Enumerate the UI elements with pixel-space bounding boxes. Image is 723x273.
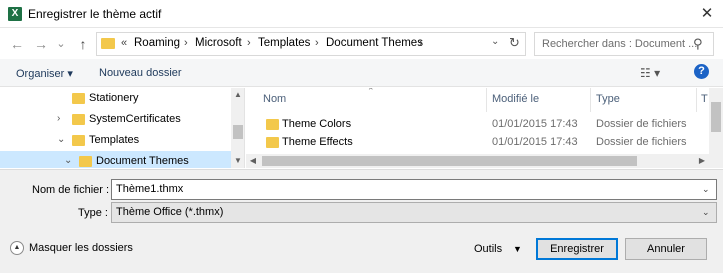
chevron-down-icon[interactable]: ⌄ <box>57 134 65 145</box>
back-arrow-icon[interactable]: ← <box>8 35 26 53</box>
file-type: Dossier de fichiers <box>596 136 687 148</box>
type-label: Type : <box>78 207 108 219</box>
folder-icon <box>72 114 85 125</box>
column-header-type[interactable]: Type <box>596 93 620 105</box>
scrollbar-thumb[interactable] <box>711 102 721 132</box>
chevron-right-icon[interactable]: › <box>57 113 60 124</box>
address-bar[interactable]: « Roaming › Microsoft › Templates › Docu… <box>96 32 526 56</box>
file-name: Theme Colors <box>282 118 352 130</box>
column-header-name[interactable]: Nom <box>263 93 286 105</box>
file-modified: 01/01/2015 17:43 <box>492 136 578 148</box>
save-options-panel: Nom de fichier : Thème1.thmx ⌄ Type : Th… <box>0 169 723 273</box>
scroll-left-icon[interactable]: ◀ <box>246 154 260 168</box>
forward-arrow-icon[interactable]: → <box>32 35 50 53</box>
navigation-bar: ← → ⌄ ↑ « Roaming › Microsoft › Template… <box>0 29 723 59</box>
folder-icon <box>266 137 279 148</box>
folder-icon <box>72 93 85 104</box>
file-row[interactable]: Theme Colors 01/01/2015 17:43 Dossier de… <box>246 115 716 135</box>
cancel-button[interactable]: Annuler <box>625 238 707 260</box>
address-separator[interactable]: › <box>247 37 251 49</box>
tree-item-label: Stationery <box>89 92 139 104</box>
file-list: ⌃ Nom Modifié le Type T Theme Colors 01/… <box>246 88 723 168</box>
refresh-icon[interactable]: ↻ <box>509 35 520 51</box>
address-separator[interactable]: › <box>315 37 319 49</box>
search-input[interactable]: Rechercher dans : Document ... ⚲ <box>534 32 714 56</box>
tree-item-label: Document Themes <box>96 155 189 167</box>
tools-menu-button[interactable]: Outils <box>474 243 502 255</box>
navigation-pane: Stationery › SystemCertificates ⌄ Templa… <box>0 88 245 168</box>
organize-button[interactable]: Organiser ▾ <box>16 67 73 80</box>
filename-value: Thème1.thmx <box>116 183 184 195</box>
address-overflow[interactable]: « <box>121 37 127 49</box>
help-icon[interactable]: ? <box>694 64 709 79</box>
file-type: Dossier de fichiers <box>596 118 687 130</box>
filename-label: Nom de fichier : <box>32 184 110 196</box>
tree-item-label: SystemCertificates <box>89 113 181 125</box>
tree-item-label: Templates <box>89 134 140 146</box>
recent-locations-chevron-icon[interactable]: ⌄ <box>52 35 70 53</box>
close-icon[interactable]: ✕ <box>695 4 719 24</box>
up-arrow-icon[interactable]: ↑ <box>74 35 92 53</box>
address-segment-document-themes[interactable]: Document Themes <box>326 37 423 49</box>
column-divider[interactable] <box>590 88 591 112</box>
chevron-down-icon[interactable]: ⌄ <box>702 207 710 218</box>
hide-folders-label[interactable]: Masquer les dossiers <box>29 242 133 254</box>
scroll-down-icon[interactable]: ▼ <box>231 156 244 165</box>
chevron-down-icon[interactable]: ⌄ <box>64 155 72 166</box>
tree-scrollbar[interactable]: ▲ ▼ <box>231 88 244 168</box>
window-title: Enregistrer le thème actif <box>28 7 162 21</box>
file-modified: 01/01/2015 17:43 <box>492 118 578 130</box>
tree-item-stationery[interactable]: Stationery <box>0 88 232 109</box>
file-type-value: Thème Office (*.thmx) <box>116 206 224 218</box>
column-header-size[interactable]: T <box>701 93 708 105</box>
tree-item-templates[interactable]: ⌄ Templates <box>0 130 232 151</box>
scroll-up-icon[interactable]: ▲ <box>231 90 244 99</box>
folder-icon <box>79 156 92 167</box>
view-options-icon[interactable]: ☷ ▾ <box>640 66 660 80</box>
tree-item-document-themes[interactable]: ⌄ Document Themes <box>0 151 232 168</box>
file-list-horizontal-scrollbar[interactable]: ◀ ▶ <box>246 154 723 168</box>
folder-icon <box>72 135 85 146</box>
tree-item-systemcertificates[interactable]: › SystemCertificates <box>0 109 232 130</box>
address-separator[interactable]: › <box>419 37 423 49</box>
chevron-down-icon[interactable]: ⌄ <box>491 36 499 47</box>
file-type-select[interactable]: Thème Office (*.thmx) ⌄ <box>111 202 717 223</box>
address-segment-microsoft[interactable]: Microsoft <box>195 37 242 49</box>
filename-input[interactable]: Thème1.thmx ⌄ <box>111 179 717 200</box>
column-divider[interactable] <box>486 88 487 112</box>
address-separator[interactable]: › <box>184 37 188 49</box>
save-button[interactable]: Enregistrer <box>536 238 618 260</box>
caret-down-icon[interactable]: ▼ <box>513 244 522 254</box>
column-divider[interactable] <box>696 88 697 112</box>
address-segment-templates[interactable]: Templates <box>258 37 310 49</box>
new-folder-button[interactable]: Nouveau dossier <box>99 67 182 79</box>
command-bar: Organiser ▾ Nouveau dossier ☷ ▾ ? <box>0 59 723 87</box>
chevron-down-icon[interactable]: ⌄ <box>702 184 710 195</box>
sort-indicator-icon: ⌃ <box>367 88 375 96</box>
search-placeholder: Rechercher dans : Document ... <box>542 38 698 50</box>
title-bar: X Enregistrer le thème actif ✕ <box>0 0 723 28</box>
folder-icon <box>101 38 115 49</box>
folder-icon <box>266 119 279 130</box>
address-segment-roaming[interactable]: Roaming <box>134 37 180 49</box>
search-icon[interactable]: ⚲ <box>693 36 703 52</box>
column-header-modified[interactable]: Modifié le <box>492 93 539 105</box>
scrollbar-thumb[interactable] <box>262 156 637 166</box>
file-list-vertical-scrollbar[interactable] <box>709 88 723 154</box>
file-row[interactable]: Theme Effects 01/01/2015 17:43 Dossier d… <box>246 133 716 153</box>
excel-app-icon: X <box>8 7 22 21</box>
scrollbar-thumb[interactable] <box>233 125 243 139</box>
file-name: Theme Effects <box>282 136 353 148</box>
collapse-up-icon[interactable]: ▲ <box>10 241 24 255</box>
scroll-right-icon[interactable]: ▶ <box>695 154 709 168</box>
